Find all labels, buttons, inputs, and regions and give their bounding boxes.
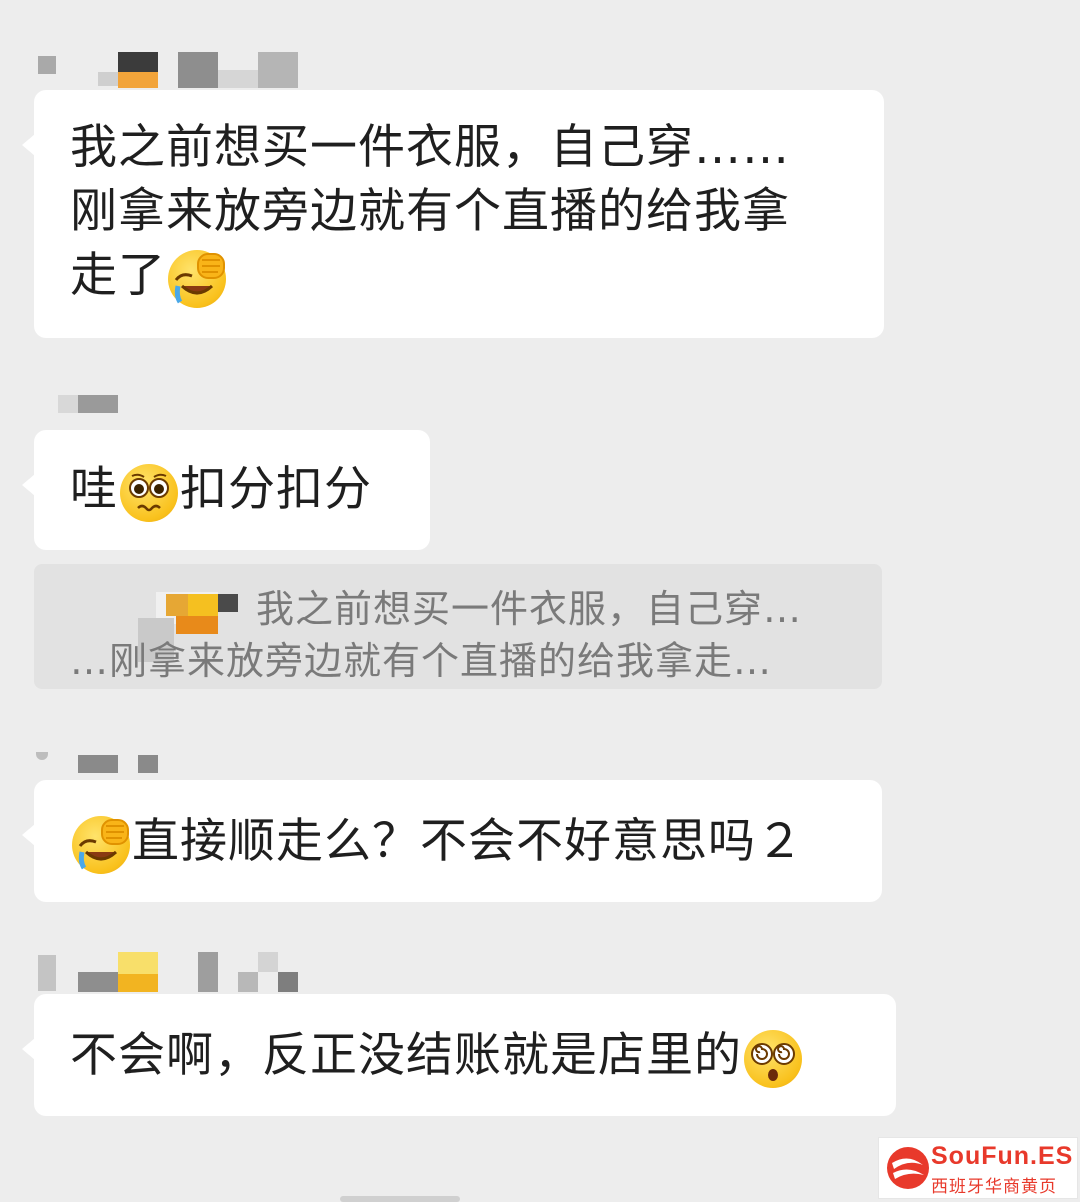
message-text-fragment: 直接顺走么？不会不好意思吗２ bbox=[132, 814, 804, 869]
dizzy-face-icon bbox=[744, 1029, 802, 1088]
watermark: SouFun.ES 西班牙华商黄页 bbox=[878, 1137, 1078, 1199]
quoted-message[interactable]: 我之前想买一件衣服，自己穿… …刚拿来放旁边就有个直播的给我拿走… bbox=[34, 564, 882, 689]
quote-text: …刚拿来放旁边就有个直播的给我拿走… bbox=[70, 639, 773, 683]
watermark-brand: SouFun.ES bbox=[931, 1142, 1074, 1170]
message-text-fragment: 扣分扣分 bbox=[180, 462, 372, 517]
soufun-logo-icon bbox=[887, 1147, 929, 1189]
message-text: 刚拿来放旁边就有个直播的给我拿 bbox=[70, 184, 790, 239]
message-bubble[interactable]: 直接顺走么？不会不好意思吗２ bbox=[22, 780, 882, 902]
message-bubble[interactable]: 不会啊，反正没结账就是店里的 bbox=[22, 994, 896, 1116]
message-text: 哇 扣分扣分 bbox=[70, 458, 372, 522]
message-text: 我之前想买一件衣服，自己穿…… bbox=[70, 120, 790, 175]
message-text-fragment: 哇 bbox=[70, 462, 118, 517]
message-text: 直接顺走么？不会不好意思吗２ bbox=[70, 810, 804, 874]
watermark-subtitle: 西班牙华商黄页 bbox=[931, 1177, 1057, 1197]
message-text-fragment: 不会啊，反正没结账就是店里的 bbox=[70, 1028, 742, 1083]
quote-text: 我之前想买一件衣服，自己穿… bbox=[256, 587, 803, 631]
message-text: 走了 bbox=[70, 244, 228, 308]
message-text: 不会啊，反正没结账就是店里的 bbox=[70, 1024, 804, 1088]
pleading-face-icon bbox=[120, 463, 178, 522]
face-palm-crying-icon bbox=[168, 249, 226, 308]
message-bubble[interactable]: 哇 扣分扣分 bbox=[22, 430, 430, 550]
face-palm-crying-icon bbox=[72, 815, 130, 874]
message-bubble[interactable]: 我之前想买一件衣服，自己穿…… 刚拿来放旁边就有个直播的给我拿 走了 bbox=[22, 90, 884, 338]
message-text-fragment: 走了 bbox=[70, 248, 166, 303]
partial-timestamp bbox=[340, 1196, 460, 1202]
